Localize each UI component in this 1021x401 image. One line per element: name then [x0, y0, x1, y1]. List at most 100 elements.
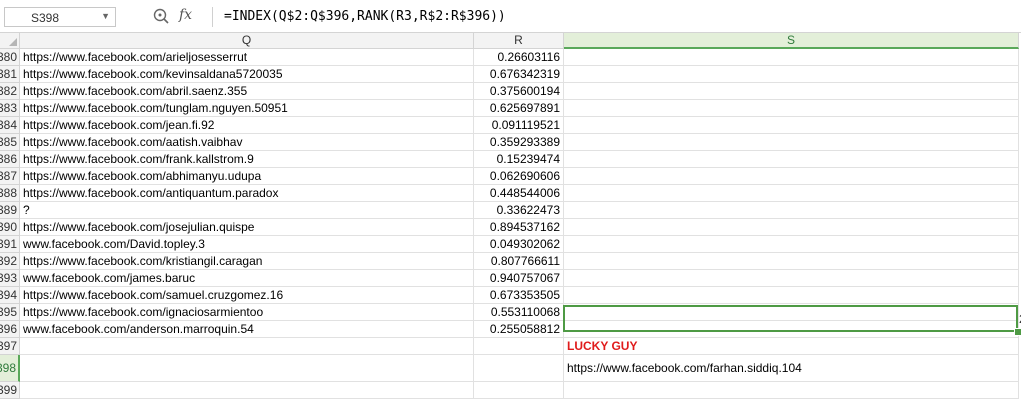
row-header[interactable]: 385: [0, 134, 20, 151]
row-header[interactable]: 386: [0, 151, 20, 168]
row-header[interactable]: 390: [0, 219, 20, 236]
cell-s[interactable]: [564, 49, 1019, 66]
formula-bar-divider: [212, 7, 213, 27]
row-header[interactable]: 399: [0, 382, 20, 399]
row-header[interactable]: 387: [0, 168, 20, 185]
cell-s[interactable]: [564, 83, 1019, 100]
function-icon[interactable]: fx: [179, 7, 192, 23]
cell-s[interactable]: [564, 66, 1019, 83]
row-header[interactable]: 396: [0, 321, 20, 338]
cell-q[interactable]: https://www.facebook.com/aatish.vaibhav: [20, 134, 474, 151]
cell-r[interactable]: 0.807766611: [474, 253, 564, 270]
select-all-corner[interactable]: [0, 33, 20, 49]
cell-q[interactable]: https://www.facebook.com/arieljosesserru…: [20, 49, 474, 66]
cell-r[interactable]: [474, 382, 564, 399]
cell-r[interactable]: 0.673353505: [474, 287, 564, 304]
cell-r[interactable]: 0.359293389: [474, 134, 564, 151]
row-header[interactable]: 380: [0, 49, 20, 66]
row-header[interactable]: 383: [0, 100, 20, 117]
cell-r[interactable]: 0.15239474: [474, 151, 564, 168]
cell-r[interactable]: 0.062690606: [474, 168, 564, 185]
column-header-q[interactable]: Q: [20, 33, 474, 49]
cell-r[interactable]: 0.894537162: [474, 219, 564, 236]
row-header[interactable]: 382: [0, 83, 20, 100]
table-row: 391 www.facebook.com/David.topley.3 0.04…: [0, 236, 1021, 253]
cell-q[interactable]: https://www.facebook.com/kevinsaldana572…: [20, 66, 474, 83]
cell-s[interactable]: [564, 202, 1019, 219]
cell-q[interactable]: [20, 382, 474, 399]
row-header[interactable]: 397: [0, 338, 20, 355]
cell-q[interactable]: https://www.facebook.com/abril.saenz.355: [20, 83, 474, 100]
row-header[interactable]: 398: [0, 355, 20, 382]
cell-q[interactable]: https://www.facebook.com/josejulian.quis…: [20, 219, 474, 236]
cell-r[interactable]: 0.091119521: [474, 117, 564, 134]
row-header[interactable]: 384: [0, 117, 20, 134]
winner-url-cell[interactable]: https://www.facebook.com/farhan.siddiq.1…: [564, 355, 1019, 382]
cell-r[interactable]: 0.255058812: [474, 321, 564, 338]
chevron-down-icon[interactable]: ▼: [101, 11, 110, 21]
row-header[interactable]: 394: [0, 287, 20, 304]
table-row: 388 https://www.facebook.com/antiquantum…: [0, 185, 1021, 202]
cell-r[interactable]: 0.625697891: [474, 100, 564, 117]
cell-q[interactable]: https://www.facebook.com/tunglam.nguyen.…: [20, 100, 474, 117]
cell-s[interactable]: [564, 382, 1019, 399]
table-row: 390 https://www.facebook.com/josejulian.…: [0, 219, 1021, 236]
lucky-guy-label[interactable]: LUCKY GUY: [564, 338, 1019, 355]
cell-r[interactable]: 0.448544006: [474, 185, 564, 202]
row-header[interactable]: 381: [0, 66, 20, 83]
cell-q[interactable]: www.facebook.com/anderson.marroquin.54: [20, 321, 474, 338]
cell-s[interactable]: [564, 151, 1019, 168]
cell-q[interactable]: www.facebook.com/David.topley.3: [20, 236, 474, 253]
cell-s[interactable]: [564, 168, 1019, 185]
table-row: 385 https://www.facebook.com/aatish.vaib…: [0, 134, 1021, 151]
row-header[interactable]: 393: [0, 270, 20, 287]
row-header[interactable]: 389: [0, 202, 20, 219]
cell-q[interactable]: https://www.facebook.com/ignaciosarmient…: [20, 304, 474, 321]
cell-s[interactable]: [564, 219, 1019, 236]
row-header[interactable]: 395: [0, 304, 20, 321]
column-header-r[interactable]: R: [474, 33, 564, 49]
row-header[interactable]: 391: [0, 236, 20, 253]
cell-q[interactable]: https://www.facebook.com/kristiangil.car…: [20, 253, 474, 270]
cell-r[interactable]: [474, 338, 564, 355]
cell-r[interactable]: 0.553110068: [474, 304, 564, 321]
cell-r[interactable]: 0.26603116: [474, 49, 564, 66]
table-row: 380 https://www.facebook.com/arieljosess…: [0, 49, 1021, 66]
table-row: 383 https://www.facebook.com/tunglam.ngu…: [0, 100, 1021, 117]
formula-input[interactable]: =INDEX(Q$2:Q$396,RANK(R3,R$2:R$396)): [224, 9, 506, 24]
cell-s[interactable]: [564, 253, 1019, 270]
table-row: 381 https://www.facebook.com/kevinsaldan…: [0, 66, 1021, 83]
zoom-search-icon[interactable]: [152, 7, 170, 25]
cell-r[interactable]: 0.375600194: [474, 83, 564, 100]
active-cell-outline: [563, 305, 1018, 332]
cell-s[interactable]: [564, 236, 1019, 253]
table-row: 386 https://www.facebook.com/frank.kalls…: [0, 151, 1021, 168]
row-header[interactable]: 388: [0, 185, 20, 202]
cell-q[interactable]: [20, 338, 474, 355]
cell-q[interactable]: https://www.facebook.com/samuel.cruzgome…: [20, 287, 474, 304]
cell-q[interactable]: https://www.facebook.com/antiquantum.par…: [20, 185, 474, 202]
fill-handle[interactable]: [1014, 328, 1021, 336]
cell-q[interactable]: https://www.facebook.com/jean.fi.92: [20, 117, 474, 134]
cell-s[interactable]: [564, 100, 1019, 117]
table-row: 389 ? 0.33622473: [0, 202, 1021, 219]
cell-q[interactable]: https://www.facebook.com/frank.kallstrom…: [20, 151, 474, 168]
column-header-s[interactable]: S: [564, 33, 1019, 49]
cell-q[interactable]: [20, 355, 474, 382]
cell-r[interactable]: 0.33622473: [474, 202, 564, 219]
name-box-value: S398: [31, 11, 60, 25]
name-box[interactable]: S398 ▼: [4, 7, 116, 27]
cell-r[interactable]: 0.676342319: [474, 66, 564, 83]
cell-s[interactable]: [564, 134, 1019, 151]
cell-s[interactable]: [564, 185, 1019, 202]
cell-s[interactable]: [564, 287, 1019, 304]
cell-q[interactable]: ?: [20, 202, 474, 219]
cell-r[interactable]: [474, 355, 564, 382]
cell-q[interactable]: www.facebook.com/james.baruc: [20, 270, 474, 287]
cell-s[interactable]: [564, 270, 1019, 287]
cell-r[interactable]: 0.049302062: [474, 236, 564, 253]
cell-s[interactable]: [564, 117, 1019, 134]
row-header[interactable]: 392: [0, 253, 20, 270]
cell-r[interactable]: 0.940757067: [474, 270, 564, 287]
cell-q[interactable]: https://www.facebook.com/abhimanyu.udupa: [20, 168, 474, 185]
